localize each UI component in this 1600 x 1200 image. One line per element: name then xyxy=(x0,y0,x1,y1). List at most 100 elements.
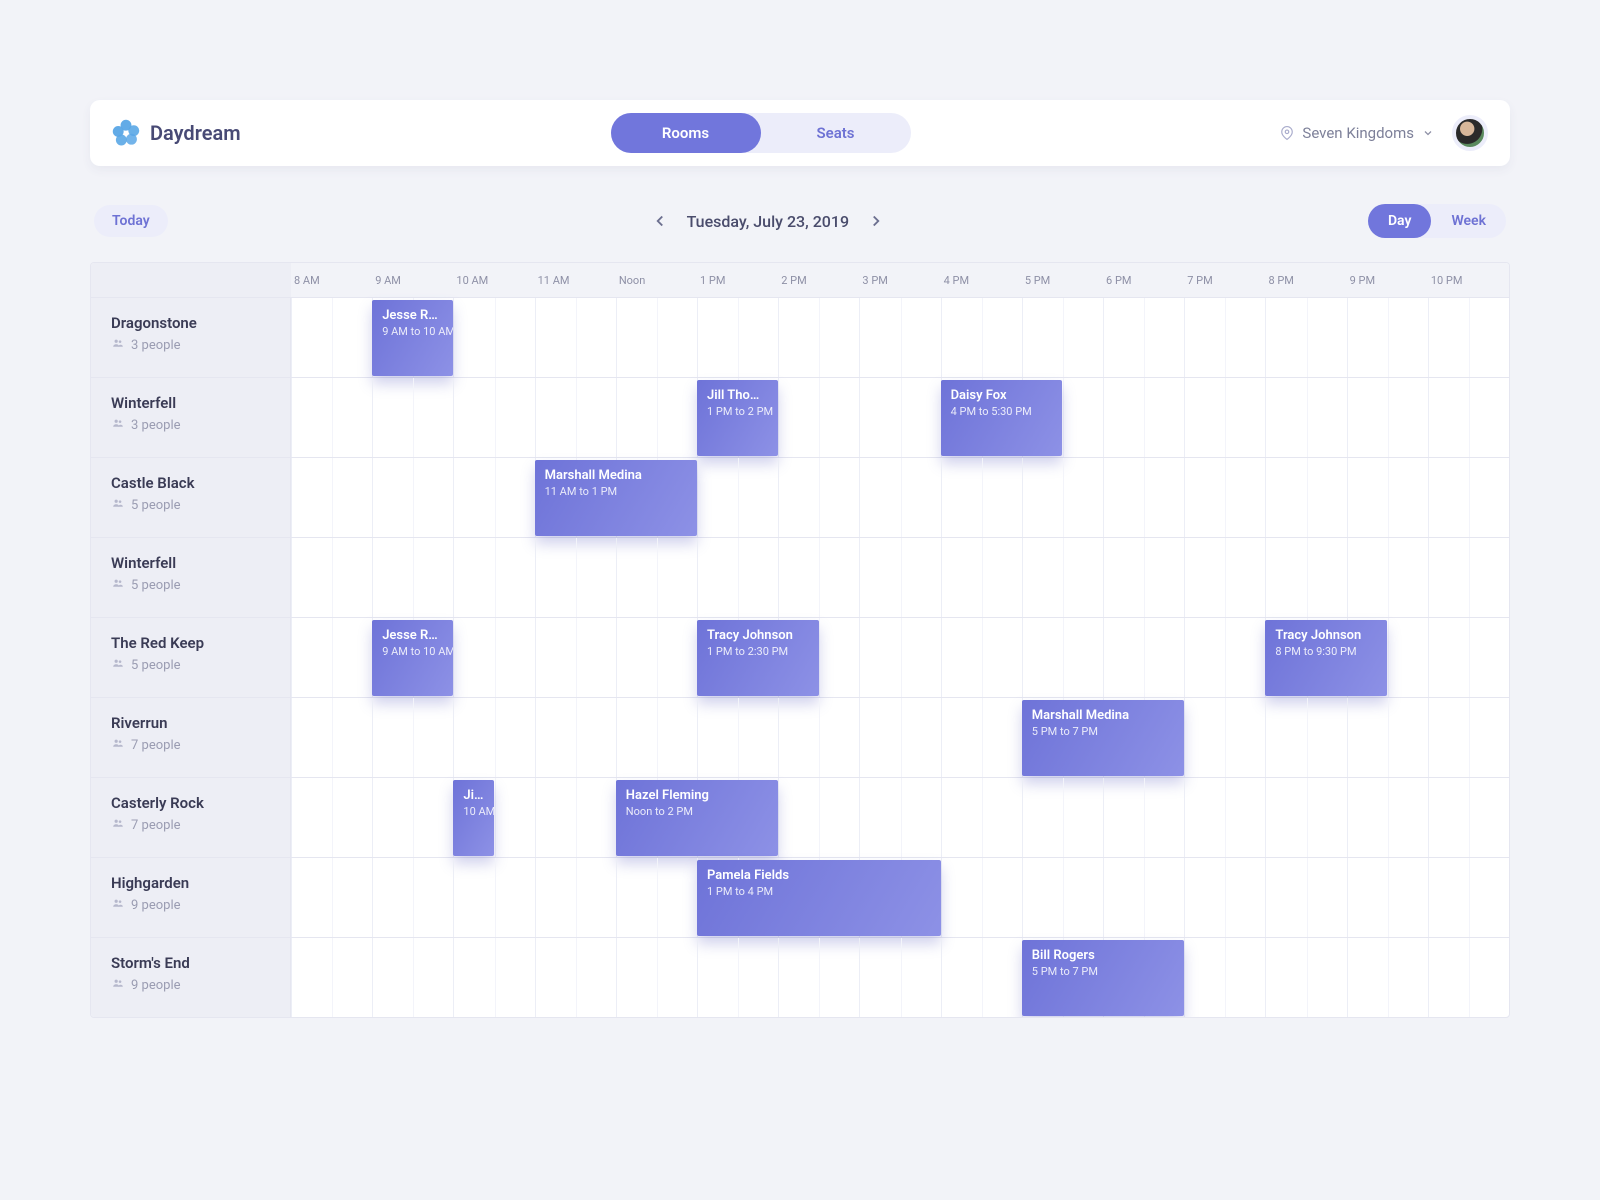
hour-cell[interactable] xyxy=(1184,858,1265,937)
hour-cell[interactable] xyxy=(1428,458,1509,537)
hour-cell[interactable] xyxy=(372,778,453,857)
hour-cell[interactable] xyxy=(941,458,1022,537)
room-cell[interactable]: Castle Black5 people xyxy=(91,458,291,537)
hour-cell[interactable] xyxy=(941,858,1022,937)
hour-cell[interactable] xyxy=(859,298,940,377)
hour-cell[interactable] xyxy=(1184,298,1265,377)
hour-cell[interactable] xyxy=(1022,538,1103,617)
room-track[interactable]: Jesse Rodriguez9 AM to 10 AM Tracy Johnso… xyxy=(291,618,1509,697)
hour-cell[interactable] xyxy=(291,298,372,377)
hour-cell[interactable] xyxy=(1022,298,1103,377)
hour-cell[interactable] xyxy=(1265,458,1346,537)
hour-cell[interactable] xyxy=(1184,778,1265,857)
hour-cell[interactable] xyxy=(1022,858,1103,937)
tab-rooms[interactable]: Rooms xyxy=(611,113,761,153)
event[interactable]: Tracy Johnson1 PM to 2:30 PM xyxy=(697,620,819,696)
hour-cell[interactable] xyxy=(778,378,859,457)
hour-cell[interactable] xyxy=(859,778,940,857)
hour-cell[interactable] xyxy=(616,618,697,697)
prev-day-button[interactable] xyxy=(651,212,669,230)
hour-cell[interactable] xyxy=(778,538,859,617)
hour-cell[interactable] xyxy=(697,538,778,617)
hour-cell[interactable] xyxy=(453,538,534,617)
hour-cell[interactable] xyxy=(1022,778,1103,857)
hour-cell[interactable] xyxy=(1428,858,1509,937)
hour-cell[interactable] xyxy=(1428,538,1509,617)
hour-cell[interactable] xyxy=(859,618,940,697)
hour-cell[interactable] xyxy=(1022,458,1103,537)
location-selector[interactable]: Seven Kingdoms xyxy=(1280,124,1434,142)
hour-cell[interactable] xyxy=(372,458,453,537)
hour-cell[interactable] xyxy=(1022,618,1103,697)
hour-cell[interactable] xyxy=(941,618,1022,697)
hour-cell[interactable] xyxy=(1265,858,1346,937)
hour-cell[interactable] xyxy=(1184,538,1265,617)
room-cell[interactable]: The Red Keep5 people xyxy=(91,618,291,697)
hour-cell[interactable] xyxy=(1265,938,1346,1017)
hour-cell[interactable] xyxy=(1265,298,1346,377)
hour-cell[interactable] xyxy=(1265,538,1346,617)
hour-cell[interactable] xyxy=(1103,298,1184,377)
hour-cell[interactable] xyxy=(1347,698,1428,777)
event[interactable]: Marshall Medina5 PM to 7 PM xyxy=(1022,700,1184,776)
event[interactable]: Jesse Rodriguez9 AM to 10 AM xyxy=(372,620,453,696)
hour-cell[interactable] xyxy=(941,778,1022,857)
hour-cell[interactable] xyxy=(453,618,534,697)
event[interactable]: Jesse Rodriguez9 AM to 10 AM xyxy=(372,300,453,376)
hour-cell[interactable] xyxy=(1103,618,1184,697)
event[interactable]: Daisy Fox4 PM to 5:30 PM xyxy=(941,380,1063,456)
room-cell[interactable]: Dragonstone3 people xyxy=(91,298,291,377)
today-button[interactable]: Today xyxy=(94,205,168,237)
hour-cell[interactable] xyxy=(697,298,778,377)
hour-cell[interactable] xyxy=(291,618,372,697)
hour-cell[interactable] xyxy=(1347,938,1428,1017)
hour-cell[interactable] xyxy=(1428,938,1509,1017)
hour-cell[interactable] xyxy=(291,458,372,537)
hour-cell[interactable] xyxy=(453,458,534,537)
hour-cell[interactable] xyxy=(616,538,697,617)
hour-cell[interactable] xyxy=(859,698,940,777)
hour-cell[interactable] xyxy=(697,698,778,777)
hour-cell[interactable] xyxy=(535,938,616,1017)
room-cell[interactable]: Storm's End9 people xyxy=(91,938,291,1017)
hour-cell[interactable] xyxy=(859,938,940,1017)
hour-cell[interactable] xyxy=(941,698,1022,777)
room-track[interactable] xyxy=(291,538,1509,617)
hour-cell[interactable] xyxy=(1184,938,1265,1017)
avatar[interactable] xyxy=(1452,115,1488,151)
hour-cell[interactable] xyxy=(1184,698,1265,777)
hour-cell[interactable] xyxy=(535,698,616,777)
room-cell[interactable]: Riverrun7 people xyxy=(91,698,291,777)
event[interactable]: Jill Thompson10 AM to 10:30 AM xyxy=(453,780,494,856)
event[interactable]: Marshall Medina11 AM to 1 PM xyxy=(535,460,697,536)
event[interactable]: Tracy Johnson8 PM to 9:30 PM xyxy=(1265,620,1387,696)
hour-cell[interactable] xyxy=(291,938,372,1017)
hour-cell[interactable] xyxy=(859,538,940,617)
hour-cell[interactable] xyxy=(778,778,859,857)
room-track[interactable]: Jill Thompson10 AM to 10:30 AMHazel Flem… xyxy=(291,778,1509,857)
hour-cell[interactable] xyxy=(535,298,616,377)
view-day[interactable]: Day xyxy=(1368,204,1432,238)
hour-cell[interactable] xyxy=(372,858,453,937)
hour-cell[interactable] xyxy=(616,378,697,457)
room-track[interactable]: Pamela Fields1 PM to 4 PM xyxy=(291,858,1509,937)
hour-cell[interactable] xyxy=(453,858,534,937)
room-cell[interactable]: Winterfell3 people xyxy=(91,378,291,457)
hour-cell[interactable] xyxy=(1428,698,1509,777)
hour-cell[interactable] xyxy=(1428,618,1509,697)
hour-cell[interactable] xyxy=(1428,298,1509,377)
hour-cell[interactable] xyxy=(778,458,859,537)
room-track[interactable]: Jill Thompson1 PM to 2 PMDaisy Fox4 PM t… xyxy=(291,378,1509,457)
hour-cell[interactable] xyxy=(453,698,534,777)
hour-cell[interactable] xyxy=(372,538,453,617)
hour-cell[interactable] xyxy=(1103,538,1184,617)
hour-cell[interactable] xyxy=(453,938,534,1017)
hour-cell[interactable] xyxy=(453,298,534,377)
hour-cell[interactable] xyxy=(535,778,616,857)
hour-cell[interactable] xyxy=(1265,378,1346,457)
hour-cell[interactable] xyxy=(616,298,697,377)
hour-cell[interactable] xyxy=(859,458,940,537)
room-cell[interactable]: Casterly Rock7 people xyxy=(91,778,291,857)
room-cell[interactable]: Highgarden9 people xyxy=(91,858,291,937)
hour-cell[interactable] xyxy=(1265,698,1346,777)
